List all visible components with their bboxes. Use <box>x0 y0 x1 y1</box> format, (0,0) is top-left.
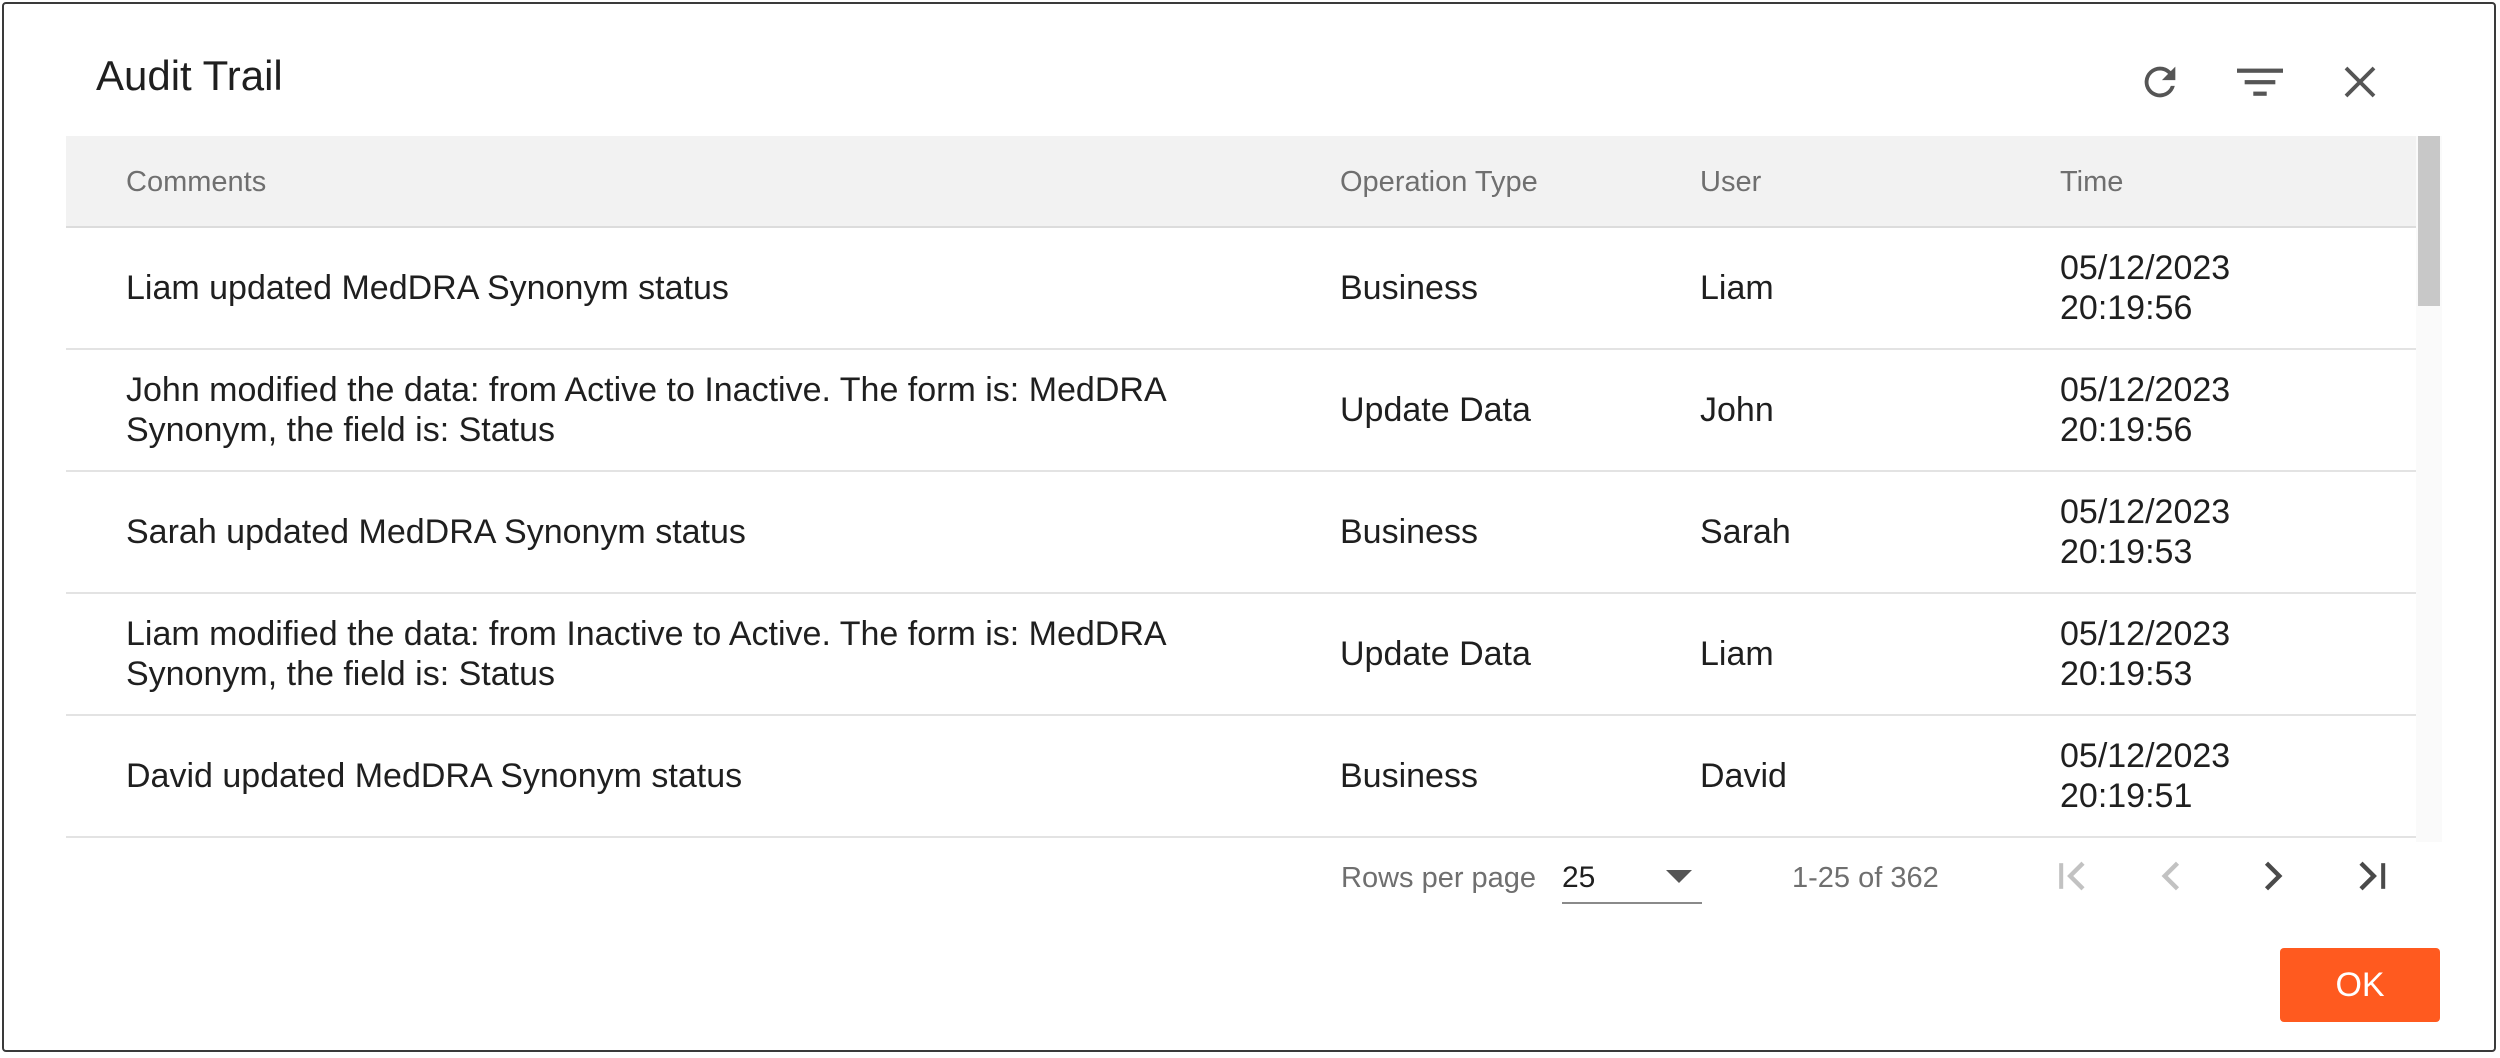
cell-comment: Sarah updated MedDRA Synonym status <box>126 513 746 551</box>
last-page-button[interactable] <box>2344 850 2400 906</box>
cell-operation-type: Business <box>1340 269 1478 307</box>
first-page-button[interactable] <box>2044 850 2100 906</box>
cell-time: 05/12/2023 20:19:56 <box>2060 350 2390 470</box>
filter-icon <box>2235 59 2285 105</box>
dialog-title: Audit Trail <box>96 52 283 99</box>
refresh-button[interactable] <box>2130 52 2190 112</box>
pagination-range: 1-25 of 362 <box>1792 862 1939 894</box>
chevron-left-icon <box>2150 854 2194 903</box>
time-date: 05/12/2023 <box>2060 737 2231 775</box>
table-header: Comments Operation Type User Time <box>66 136 2416 228</box>
time-clock: 20:19:56 <box>2060 289 2193 327</box>
time-date: 05/12/2023 <box>2060 615 2231 653</box>
rows-per-page-select[interactable]: 25 <box>1562 854 1702 904</box>
table-row[interactable]: John modified the data: from Active to I… <box>66 350 2416 472</box>
cell-operation-type: Business <box>1340 757 1478 795</box>
column-header-user[interactable]: User <box>1700 136 2020 228</box>
cell-time: 05/12/2023 20:19:53 <box>2060 594 2390 714</box>
audit-trail-dialog: Audit Trail Comments Operation Type User… <box>2 2 2496 1052</box>
close-icon <box>2339 61 2381 103</box>
ok-button[interactable]: OK <box>2280 948 2440 1022</box>
time-clock: 20:19:56 <box>2060 411 2193 449</box>
previous-page-button[interactable] <box>2144 850 2200 906</box>
cell-user: Liam <box>1700 269 1774 307</box>
chevron-right-icon <box>2250 854 2294 903</box>
cell-comment: David updated MedDRA Synonym status <box>126 757 743 795</box>
time-clock: 20:19:53 <box>2060 655 2193 693</box>
audit-table: Comments Operation Type User Time Liam u… <box>66 136 2442 842</box>
cell-comment: Liam updated MedDRA Synonym status <box>126 269 729 307</box>
cell-operation-type: Business <box>1340 513 1478 551</box>
cell-time: 05/12/2023 20:19:56 <box>2060 228 2390 348</box>
time-date: 05/12/2023 <box>2060 493 2231 531</box>
table-row[interactable]: David updated MedDRA Synonym status Busi… <box>66 716 2416 838</box>
filter-button[interactable] <box>2230 52 2290 112</box>
cell-comment: Liam modified the data: from Inactive to… <box>126 615 1165 693</box>
time-date: 05/12/2023 <box>2060 249 2231 287</box>
next-page-button[interactable] <box>2244 850 2300 906</box>
time-clock: 20:19:53 <box>2060 533 2193 571</box>
column-header-comments[interactable]: Comments <box>126 136 1286 228</box>
cell-comment: John modified the data: from Active to I… <box>126 371 1165 449</box>
table-row[interactable]: Sarah updated MedDRA Synonym status Busi… <box>66 472 2416 594</box>
column-header-time[interactable]: Time <box>2060 136 2390 228</box>
cell-user: Sarah <box>1700 513 1791 551</box>
first-page-icon <box>2050 854 2094 903</box>
refresh-icon <box>2137 59 2183 105</box>
caret-down-icon <box>1666 870 1692 883</box>
cell-user: Liam <box>1700 635 1774 673</box>
cell-time: 05/12/2023 20:19:53 <box>2060 472 2390 592</box>
cell-time: 05/12/2023 20:19:51 <box>2060 716 2390 836</box>
cell-operation-type: Update Data <box>1340 391 1531 429</box>
cell-user: John <box>1700 391 1774 429</box>
vertical-scrollbar-thumb[interactable] <box>2418 136 2440 306</box>
column-header-operation-type[interactable]: Operation Type <box>1340 136 1680 228</box>
time-clock: 20:19:51 <box>2060 777 2193 815</box>
time-date: 05/12/2023 <box>2060 371 2231 409</box>
last-page-icon <box>2350 854 2394 903</box>
rows-per-page-value: 25 <box>1562 861 1596 894</box>
cell-operation-type: Update Data <box>1340 635 1531 673</box>
table-row[interactable]: Liam updated MedDRA Synonym status Busin… <box>66 228 2416 350</box>
close-button[interactable] <box>2330 52 2390 112</box>
table-row[interactable]: Liam modified the data: from Inactive to… <box>66 594 2416 716</box>
cell-user: David <box>1700 757 1787 795</box>
rows-per-page-label: Rows per page <box>1341 862 1537 894</box>
